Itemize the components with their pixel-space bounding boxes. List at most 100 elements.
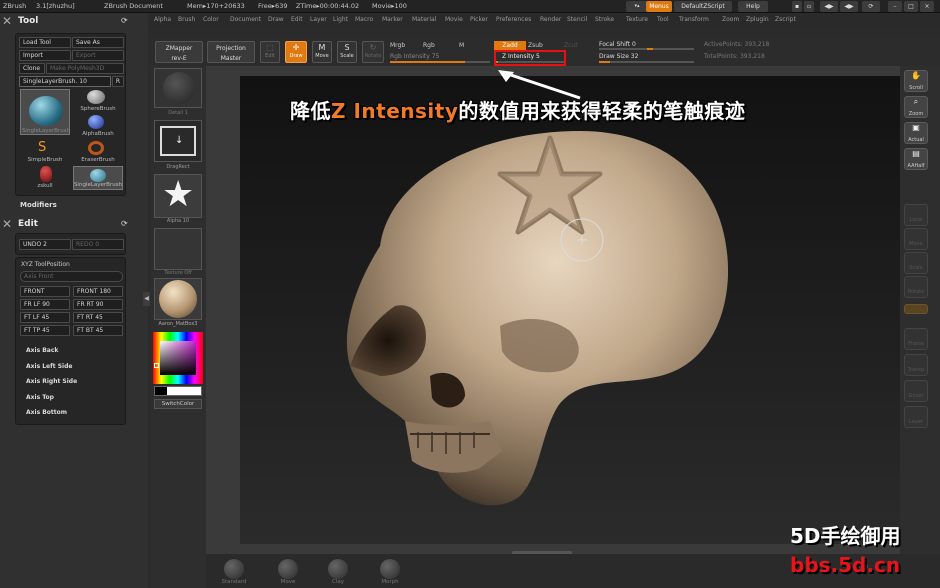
xyz-position-title[interactable]: XYZ ToolPosition xyxy=(21,261,70,268)
edit-mode-button[interactable]: ⬚ Edit xyxy=(260,41,280,63)
move-mode-button[interactable]: M Move xyxy=(312,41,332,63)
load-tool-button[interactable]: Load Tool xyxy=(19,37,71,48)
draw-mode-button[interactable]: ✛ Draw xyxy=(285,41,307,63)
menu-brush[interactable]: Brush xyxy=(178,16,195,23)
left-tray-toggle-icon[interactable]: ◀ xyxy=(143,292,150,306)
menu-transform[interactable]: Transform xyxy=(679,16,709,23)
secondary-color-swatch[interactable] xyxy=(154,386,202,396)
axis-front-field[interactable]: Axis Front xyxy=(20,271,123,282)
primary-color-swatch[interactable] xyxy=(155,387,167,395)
refresh-icon[interactable]: ⟳ xyxy=(862,1,880,12)
view-ft-lf-45-button[interactable]: FT LF 45 xyxy=(20,312,70,323)
skull-icon[interactable] xyxy=(40,166,52,182)
eraser-brush-icon[interactable] xyxy=(88,141,104,155)
morph-brush-icon[interactable] xyxy=(380,559,400,579)
menu-edit[interactable]: Edit xyxy=(291,16,303,23)
nav-back-icon[interactable]: ◀▶ xyxy=(820,1,838,12)
current-brush-thumb[interactable]: SingleLayerBrush xyxy=(20,89,70,135)
menus-button[interactable]: Menus xyxy=(646,1,672,12)
axis-left-side-item[interactable]: Axis Left Side xyxy=(26,363,72,370)
menu-light[interactable]: Light xyxy=(333,16,348,23)
rgb-button[interactable]: Rgb xyxy=(423,42,435,49)
draw-size-track[interactable] xyxy=(599,61,694,63)
menu-zplugin[interactable]: Zplugin xyxy=(746,16,769,23)
texture-thumb[interactable] xyxy=(154,228,202,270)
help-button[interactable]: Help xyxy=(738,1,768,12)
rgb-intensity-track[interactable] xyxy=(390,61,490,63)
r-button[interactable]: R xyxy=(112,76,124,87)
menu-stroke[interactable]: Stroke xyxy=(595,16,614,23)
view-fr-lf-90-button[interactable]: FR LF 90 xyxy=(20,299,70,310)
axis-back-item[interactable]: Axis Back xyxy=(26,347,58,354)
brush-label[interactable]: EraserBrush xyxy=(70,157,126,163)
redo-button[interactable]: REDO 0 xyxy=(72,239,124,250)
menu-zoom[interactable]: Zoom xyxy=(722,16,739,23)
menu-marker[interactable]: Marker xyxy=(382,16,403,23)
standard-brush-icon[interactable] xyxy=(224,559,244,579)
document-canvas[interactable] xyxy=(240,76,900,544)
material-thumb[interactable] xyxy=(154,278,202,320)
menu-macro[interactable]: Macro xyxy=(355,16,373,23)
modifiers-section[interactable]: Modifiers xyxy=(20,201,57,209)
menu-layer[interactable]: Layer xyxy=(310,16,327,23)
tool-panel-title[interactable]: Tool xyxy=(18,16,38,26)
skull-model[interactable] xyxy=(240,76,900,544)
brush-label[interactable]: SphereBrush xyxy=(70,106,126,112)
alpha-thumb[interactable]: ★ xyxy=(154,174,202,218)
axis-bottom-item[interactable]: Axis Bottom xyxy=(26,409,67,416)
menu-picker[interactable]: Picker xyxy=(470,16,488,23)
make-polymesh-button[interactable]: Make PolyMesh3D xyxy=(46,63,124,74)
menu-tool[interactable]: Tool xyxy=(657,16,669,23)
zadd-button[interactable]: Zadd xyxy=(494,41,526,50)
layout-alt-icon[interactable]: ▫ xyxy=(804,1,814,12)
mrgb-button[interactable]: Mrgb xyxy=(390,42,405,49)
m-button[interactable]: M xyxy=(459,42,464,49)
brush-slot-selected[interactable]: SingleLayerBrush xyxy=(73,166,123,190)
import-button[interactable]: Import xyxy=(19,50,71,61)
switch-color-button[interactable]: SwitchColor xyxy=(154,399,202,409)
menu-material[interactable]: Material xyxy=(412,16,436,23)
axis-right-side-item[interactable]: Axis Right Side xyxy=(26,378,77,385)
clone-button[interactable]: Clone xyxy=(19,63,45,74)
zsub-button[interactable]: Zsub xyxy=(528,42,543,49)
dragrect-thumb[interactable]: ↓ xyxy=(154,120,202,162)
tool-panel-pin-icon[interactable]: ⟳ xyxy=(121,16,128,25)
save-as-button[interactable]: Save As xyxy=(72,37,124,48)
menu-preferences[interactable]: Preferences xyxy=(496,16,531,23)
rgb-intensity-slider[interactable]: Rgb Intensity 75 xyxy=(390,53,439,60)
layout-icon[interactable]: ▪ xyxy=(792,1,802,12)
focal-shift-track[interactable] xyxy=(599,48,694,50)
view-ft-rt-45-button[interactable]: FT RT 45 xyxy=(73,312,123,323)
menu-zscript[interactable]: Zscript xyxy=(775,16,796,23)
edit-panel-pin-icon[interactable]: ⟳ xyxy=(121,219,128,228)
brush-label[interactable]: zskull xyxy=(17,183,73,189)
menu-stencil[interactable]: Stencil xyxy=(567,16,587,23)
view-ft-bt-45-button[interactable]: FT BT 45 xyxy=(73,325,123,336)
simple-brush-icon[interactable]: S xyxy=(38,141,52,155)
local-toggle[interactable] xyxy=(904,304,928,314)
clay-brush-icon[interactable] xyxy=(328,559,348,579)
undo-button[interactable]: UNDO 2 xyxy=(19,239,71,250)
sphere-brush-icon[interactable] xyxy=(87,90,105,104)
menu-movie[interactable]: Movie xyxy=(445,16,463,23)
default-zscript-button[interactable]: DefaultZScript xyxy=(674,1,732,12)
color-picker[interactable] xyxy=(153,332,203,384)
menu-color[interactable]: Color xyxy=(203,16,219,23)
menu-draw[interactable]: Draw xyxy=(268,16,284,23)
alpha-brush-icon[interactable] xyxy=(88,115,104,129)
menu-alpha[interactable]: Alpha xyxy=(154,16,171,23)
zmapper-button[interactable]: ZMapper rev-E xyxy=(155,41,203,63)
scale-mode-button[interactable]: S Scale xyxy=(337,41,357,63)
move-brush-icon[interactable] xyxy=(278,559,298,579)
rotate-mode-button[interactable]: ↻ Rotate xyxy=(362,41,384,63)
view-front-180-button[interactable]: FRONT 180 xyxy=(73,286,123,297)
menu-render[interactable]: Render xyxy=(540,16,561,23)
axis-top-item[interactable]: Axis Top xyxy=(26,394,54,401)
brush-label[interactable]: AlphaBrush xyxy=(70,131,126,137)
zcut-button[interactable]: Zcut xyxy=(564,42,578,49)
detail-thumb[interactable] xyxy=(154,68,202,108)
menu-document[interactable]: Document xyxy=(230,16,261,23)
brush-label[interactable]: SimpleBrush xyxy=(17,157,73,163)
current-brush-slider[interactable]: SingleLayerBrush. 10 xyxy=(19,76,111,87)
menubar-toggle-icon[interactable]: ▾▴ xyxy=(626,1,648,12)
